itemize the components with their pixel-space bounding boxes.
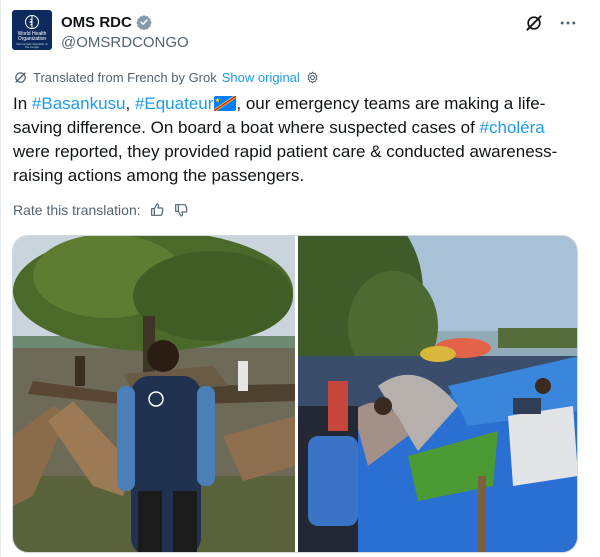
photo-boat-image bbox=[298, 236, 577, 552]
rate-translation: Rate this translation: bbox=[13, 202, 189, 218]
avatar-text-country: Democratic Republic of the Congo bbox=[16, 42, 48, 49]
name-row: OMS RDC bbox=[61, 12, 152, 32]
photo-canoes-image bbox=[13, 236, 295, 552]
avatar[interactable]: World Health Organization Democratic Rep… bbox=[12, 10, 52, 50]
display-name[interactable]: OMS RDC bbox=[61, 14, 132, 31]
verified-badge-icon bbox=[136, 15, 152, 30]
grok-icon[interactable] bbox=[524, 13, 544, 33]
thumbs-down-icon[interactable] bbox=[173, 202, 189, 218]
media-grid bbox=[12, 235, 578, 553]
user-handle[interactable]: @OMSRDCONGO bbox=[61, 34, 189, 51]
photo-canoes-river[interactable] bbox=[13, 236, 295, 552]
settings-gear-icon[interactable] bbox=[305, 70, 320, 85]
hashtag-basankusu[interactable]: #Basankusu bbox=[32, 94, 126, 113]
text-suffix: were reported, they provided rapid patie… bbox=[13, 142, 558, 185]
thumbs-up-icon[interactable] bbox=[149, 202, 165, 218]
drc-flag-icon bbox=[214, 96, 237, 111]
avatar-text-org: World Health Organization bbox=[17, 31, 47, 42]
more-options-icon[interactable] bbox=[558, 13, 578, 33]
show-original-link[interactable]: Show original bbox=[222, 70, 300, 85]
hashtag-cholera[interactable]: #choléra bbox=[480, 118, 545, 137]
tweet-text: In #Basankusu, #Equateur , our emergency… bbox=[13, 92, 583, 188]
hashtag-equateur[interactable]: #Equateur bbox=[135, 94, 213, 113]
translation-notice: Translated from French by Grok Show orig… bbox=[13, 70, 320, 85]
translate-icon bbox=[15, 72, 26, 83]
text-prefix: In bbox=[13, 94, 32, 113]
translation-text: Translated from French by Grok bbox=[33, 70, 217, 85]
who-emblem-icon bbox=[25, 15, 39, 29]
tweet-card: World Health Organization Democratic Rep… bbox=[0, 0, 600, 557]
top-actions bbox=[524, 13, 578, 33]
text-sep: , bbox=[125, 94, 135, 113]
rate-label: Rate this translation: bbox=[13, 202, 141, 218]
photo-boat-passengers[interactable] bbox=[298, 236, 577, 552]
